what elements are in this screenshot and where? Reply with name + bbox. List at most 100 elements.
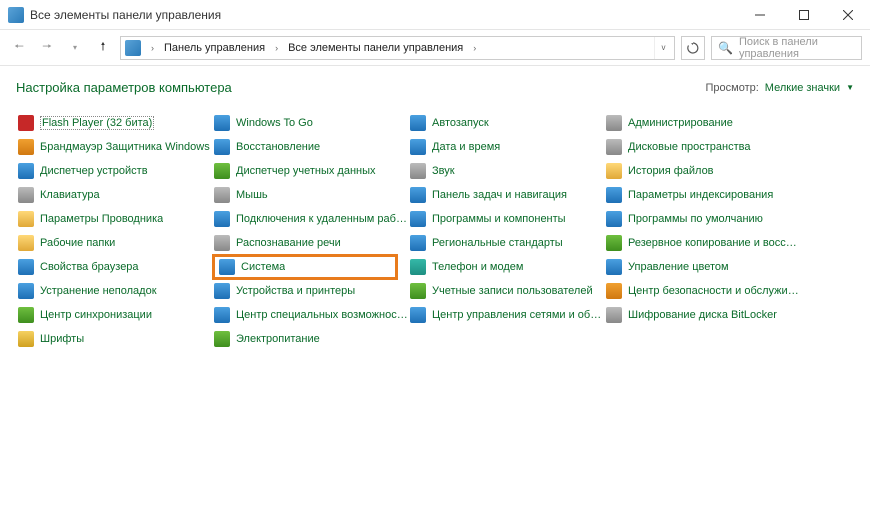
item-storage-spaces[interactable]: Дисковые пространства — [604, 137, 800, 157]
item-autoplay[interactable]: Автозапуск — [408, 113, 604, 133]
item-firewall[interactable]: Брандмауэр Защитника Windows — [16, 137, 212, 157]
item-region[interactable]: Региональные стандарты — [408, 233, 604, 253]
item-label: История файлов — [628, 165, 714, 177]
item-recovery[interactable]: Восстановление — [212, 137, 408, 157]
item-default-programs[interactable]: Программы по умолчанию — [604, 209, 800, 229]
refresh-button[interactable] — [681, 36, 705, 60]
close-button[interactable] — [826, 0, 870, 30]
chevron-right-icon[interactable]: › — [147, 43, 158, 53]
item-explorer-options[interactable]: Параметры Проводника — [16, 209, 212, 229]
navbar: 🠔 🠖 ▾ 🠕 › Панель управления › Все элемен… — [0, 30, 870, 66]
item-label: Резервное копирование и восстан... — [628, 237, 800, 249]
item-admin-tools-icon — [606, 115, 622, 131]
item-programs-features[interactable]: Программы и компоненты — [408, 209, 604, 229]
content-area: Настройка параметров компьютера Просмотр… — [0, 66, 870, 349]
item-credential-manager[interactable]: Диспетчер учетных данных — [212, 161, 408, 181]
item-bitlocker-icon — [606, 307, 622, 323]
item-color-management[interactable]: Управление цветом — [604, 257, 800, 277]
item-keyboard[interactable]: Клавиатура — [16, 185, 212, 205]
item-label: Панель задач и навигация — [432, 189, 567, 201]
search-input[interactable]: 🔍 Поиск в панели управления — [711, 36, 862, 60]
item-taskbar[interactable]: Панель задач и навигация — [408, 185, 604, 205]
page-heading: Настройка параметров компьютера — [16, 80, 232, 95]
item-default-programs-icon — [606, 211, 622, 227]
breadcrumb-seg-1[interactable]: Панель управления — [162, 42, 267, 54]
item-device-manager[interactable]: Диспетчер устройств — [16, 161, 212, 181]
item-firewall-icon — [18, 139, 34, 155]
view-value[interactable]: Мелкие значки — [765, 82, 840, 94]
item-label: Flash Player (32 бита) — [40, 116, 154, 130]
item-windows-to-go-icon — [214, 115, 230, 131]
item-troubleshooting-icon — [18, 283, 34, 299]
recent-dropdown[interactable]: ▾ — [64, 37, 86, 59]
chevron-right-icon[interactable]: › — [271, 43, 282, 53]
item-date-time[interactable]: Дата и время — [408, 137, 604, 157]
item-label: Устранение неполадок — [40, 285, 157, 297]
item-date-time-icon — [410, 139, 426, 155]
item-file-history[interactable]: История файлов — [604, 161, 800, 181]
item-system[interactable]: Система — [212, 254, 398, 280]
item-autoplay-icon — [410, 115, 426, 131]
up-button[interactable]: 🠕 — [92, 37, 114, 59]
item-remote-app[interactable]: Подключения к удаленным рабоч... — [212, 209, 408, 229]
forward-button[interactable]: 🠖 — [36, 37, 58, 59]
item-ease-of-access[interactable]: Центр специальных возможностей — [212, 305, 408, 325]
item-power-options-icon — [214, 331, 230, 347]
item-storage-spaces-icon — [606, 139, 622, 155]
back-button[interactable]: 🠔 — [8, 37, 30, 59]
item-internet-options[interactable]: Свойства браузера — [16, 257, 212, 277]
item-label: Звук — [432, 165, 455, 177]
chevron-right-icon[interactable]: › — [469, 43, 480, 53]
maximize-icon — [799, 10, 809, 20]
item-user-accounts[interactable]: Учетные записи пользователей — [408, 281, 604, 301]
minimize-button[interactable] — [738, 0, 782, 30]
item-label: Диспетчер учетных данных — [236, 165, 376, 177]
item-backup-icon — [606, 235, 622, 251]
item-label: Параметры индексирования — [628, 189, 773, 201]
item-admin-tools[interactable]: Администрирование — [604, 113, 800, 133]
item-fonts-icon — [18, 331, 34, 347]
item-sound[interactable]: Звук — [408, 161, 604, 181]
item-work-folders[interactable]: Рабочие папки — [16, 233, 212, 253]
item-backup[interactable]: Резервное копирование и восстан... — [604, 233, 800, 253]
item-label: Параметры Проводника — [40, 213, 163, 225]
chevron-down-icon[interactable]: ▼ — [846, 83, 854, 92]
item-devices-printers[interactable]: Устройства и принтеры — [212, 281, 408, 301]
item-user-accounts-icon — [410, 283, 426, 299]
item-sync-center[interactable]: Центр синхронизации — [16, 305, 212, 325]
item-speech[interactable]: Распознавание речи — [212, 233, 408, 253]
maximize-button[interactable] — [782, 0, 826, 30]
item-flash-player[interactable]: Flash Player (32 бита) — [16, 113, 212, 133]
item-power-options[interactable]: Электропитание — [212, 329, 408, 349]
item-label: Управление цветом — [628, 261, 729, 273]
item-network-sharing-icon — [410, 307, 426, 323]
item-mouse[interactable]: Мышь — [212, 185, 408, 205]
item-security-maintenance[interactable]: Центр безопасности и обслужив... — [604, 281, 800, 301]
item-keyboard-icon — [18, 187, 34, 203]
item-label: Система — [241, 261, 285, 273]
item-credential-manager-icon — [214, 163, 230, 179]
item-label: Дата и время — [432, 141, 500, 153]
item-file-history-icon — [606, 163, 622, 179]
address-bar[interactable]: › Панель управления › Все элементы панел… — [120, 36, 675, 60]
item-label: Брандмауэр Защитника Windows — [40, 141, 210, 153]
item-network-sharing[interactable]: Центр управления сетями и общи... — [408, 305, 604, 325]
item-phone-modem[interactable]: Телефон и модем — [408, 257, 604, 277]
item-sync-center-icon — [18, 307, 34, 323]
item-explorer-options-icon — [18, 211, 34, 227]
item-troubleshooting[interactable]: Устранение неполадок — [16, 281, 212, 301]
item-work-folders-icon — [18, 235, 34, 251]
item-indexing[interactable]: Параметры индексирования — [604, 185, 800, 205]
close-icon — [843, 10, 853, 20]
item-fonts[interactable]: Шрифты — [16, 329, 212, 349]
breadcrumb-seg-2[interactable]: Все элементы панели управления — [286, 42, 465, 54]
view-options: Просмотр: Мелкие значки ▼ — [706, 82, 855, 94]
item-windows-to-go[interactable]: Windows To Go — [212, 113, 408, 133]
item-system-icon — [219, 259, 235, 275]
address-dropdown[interactable]: v — [654, 37, 672, 59]
item-mouse-icon — [214, 187, 230, 203]
refresh-icon — [687, 42, 699, 54]
item-label: Учетные записи пользователей — [432, 285, 593, 297]
item-bitlocker[interactable]: Шифрование диска BitLocker — [604, 305, 800, 325]
window-controls — [738, 0, 870, 30]
